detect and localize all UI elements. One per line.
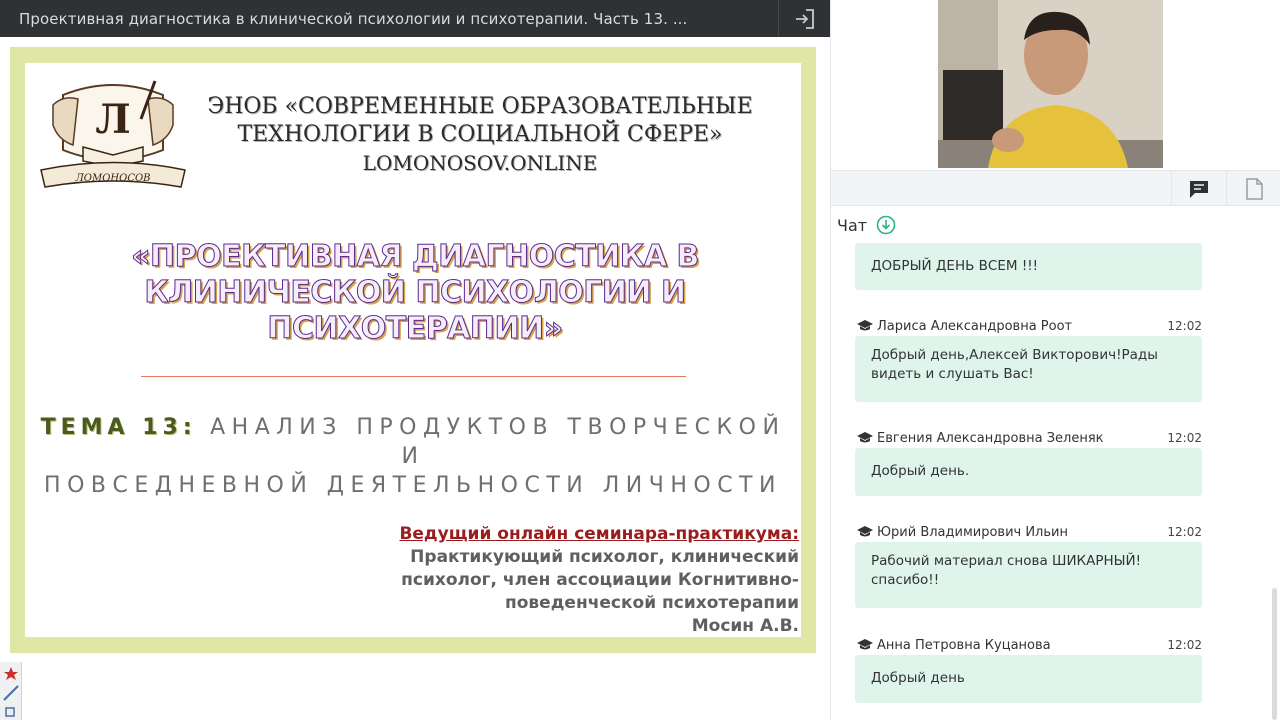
presenter-video (938, 0, 1163, 168)
course-title-line-2: КЛИНИЧЕСКОЙ ПСИХОЛОГИИ И (144, 275, 687, 311)
message-bubble: Добрый день. (855, 448, 1202, 496)
host-info: Ведущий онлайн семинара-практикума: Прак… (379, 523, 799, 638)
svg-text:Л: Л (95, 96, 130, 143)
message-author: Юрий Владимирович Ильин (877, 524, 1068, 540)
message-meta: Евгения Александровна Зеленяк 12:02 (857, 429, 1202, 447)
slide-divider (141, 376, 686, 377)
eraser-tool-icon[interactable] (0, 704, 22, 720)
topic-line-1: ТЕМА 13: АНАЛИЗ ПРОДУКТОВ ТВОРЧЕСКОЙ И (25, 413, 801, 471)
drawing-toolbar[interactable] (0, 662, 22, 720)
message-text-line-1: Рабочий материал снова ШИКАРНЫЙ! (871, 553, 1142, 569)
host-heading: Ведущий онлайн семинара-практикума: (399, 524, 799, 544)
graduation-cap-icon (857, 526, 873, 537)
lomonosov-logo: Л ЛОМОНОСОВ (40, 80, 186, 188)
graduation-cap-icon (857, 320, 873, 331)
message-bubble: ДОБРЫЙ ДЕНЬ ВСЕМ !!! (855, 243, 1202, 290)
exit-button[interactable] (778, 0, 830, 37)
pen-tool-icon[interactable] (0, 682, 22, 702)
organization-name: ЭНОБ «СОВРЕМЕННЫЕ ОБРАЗОВАТЕЛЬНЫЕ ТЕХНОЛ… (175, 93, 785, 177)
message-text-line-1: Добрый день. (871, 463, 970, 479)
course-title: «ПРОЕКТИВНАЯ ДИАГНОСТИКА В КЛИНИЧЕСКОЙ П… (85, 239, 745, 347)
org-line-1: ЭНОБ «СОВРЕМЕННЫЕ ОБРАЗОВАТЕЛЬНЫЕ (207, 94, 753, 119)
host-line-3: поведенческой психотерапии (504, 593, 799, 613)
message-bubble: Рабочий материал снова ШИКАРНЫЙ! спасибо… (855, 542, 1202, 608)
topic-text-2: ПОВСЕДНЕВНОЙ ДЕЯТЕЛЬНОСТИ ЛИЧНОСТИ (44, 473, 782, 498)
message-bubble: Добрый день,Алексей Викторович!Рады виде… (855, 336, 1202, 402)
presentation-area: Проективная диагностика в клинической пс… (0, 0, 830, 720)
host-line-2: психолог, член ассоциации Когнитивно- (401, 570, 799, 590)
pointer-tool-icon[interactable] (0, 664, 22, 684)
org-line-2: ТЕХНОЛОГИИ В СОЦИАЛЬНОЙ СФЕРЕ» (237, 122, 723, 147)
tab-files[interactable] (1226, 171, 1280, 206)
app-root: Проективная диагностика в клинической пс… (0, 0, 1280, 720)
message-meta: Анна Петровна Куцанова 12:02 (857, 636, 1202, 654)
message-author: Лариса Александровна Роот (877, 318, 1073, 334)
chat-bubble-icon (1190, 180, 1208, 198)
course-title-line-3: ПСИХОТЕРАПИИ» (267, 311, 564, 347)
message-meta: Лариса Александровна Роот 12:02 (857, 317, 1202, 335)
message-author: Евгения Александровна Зеленяк (877, 430, 1104, 446)
topic-text-1: АНАЛИЗ ПРОДУКТОВ ТВОРЧЕСКОЙ И (210, 415, 786, 469)
document-icon (1246, 177, 1263, 200)
chat-header: Чат (837, 213, 896, 237)
title-bar: Проективная диагностика в клинической пс… (0, 0, 830, 37)
slide: Л ЛОМОНОСОВ ЭНОБ «СОВРЕМЕННЫЕ ОБРАЗОВАТЕ… (25, 63, 801, 637)
svg-text:ЛОМОНОСОВ: ЛОМОНОСОВ (74, 173, 150, 184)
webinar-title: Проективная диагностика в клинической пс… (19, 9, 688, 28)
graduation-cap-icon (857, 432, 873, 443)
lesson-topic: ТЕМА 13: АНАЛИЗ ПРОДУКТОВ ТВОРЧЕСКОЙ И П… (25, 413, 801, 500)
topic-number: ТЕМА 13: (40, 415, 197, 440)
sidebar: Чат ДОБРЫЙ ДЕНЬ ВСЕМ !!! Лариса Александ… (830, 0, 1280, 720)
message-text-line-1: Добрый день,Алексей Викторович!Рады (871, 347, 1158, 363)
host-name: Мосин А.В. (691, 616, 799, 636)
message-time: 12:02 (1167, 431, 1202, 445)
message-text-line-2: спасибо!! (871, 572, 940, 588)
message-text-line-2: видеть и слушать Вас! (871, 366, 1034, 382)
chat-scrollbar[interactable] (1272, 588, 1277, 720)
course-title-line-1: «ПРОЕКТИВНАЯ ДИАГНОСТИКА В (131, 239, 700, 275)
download-circle-icon[interactable] (876, 215, 896, 235)
message-time: 12:02 (1167, 638, 1202, 652)
message-bubble: Добрый день (855, 655, 1202, 703)
exit-icon (795, 8, 814, 29)
org-website: LOMONOSOV.ONLINE (362, 151, 598, 175)
message-text-line-1: Добрый день (871, 670, 965, 686)
message-time: 12:02 (1167, 319, 1202, 333)
chat-title: Чат (837, 215, 868, 235)
message-time: 12:02 (1167, 525, 1202, 539)
graduation-cap-icon (857, 639, 873, 650)
slide-frame: Л ЛОМОНОСОВ ЭНОБ «СОВРЕМЕННЫЕ ОБРАЗОВАТЕ… (10, 47, 816, 653)
host-line-1: Практикующий психолог, клинический (410, 547, 799, 567)
message-author: Анна Петровна Куцанова (877, 637, 1051, 653)
sidebar-tabs (831, 170, 1280, 206)
presenter-video-frame (938, 0, 1163, 168)
message-meta: Юрий Владимирович Ильин 12:02 (857, 523, 1202, 541)
tab-chat[interactable] (1171, 171, 1226, 206)
